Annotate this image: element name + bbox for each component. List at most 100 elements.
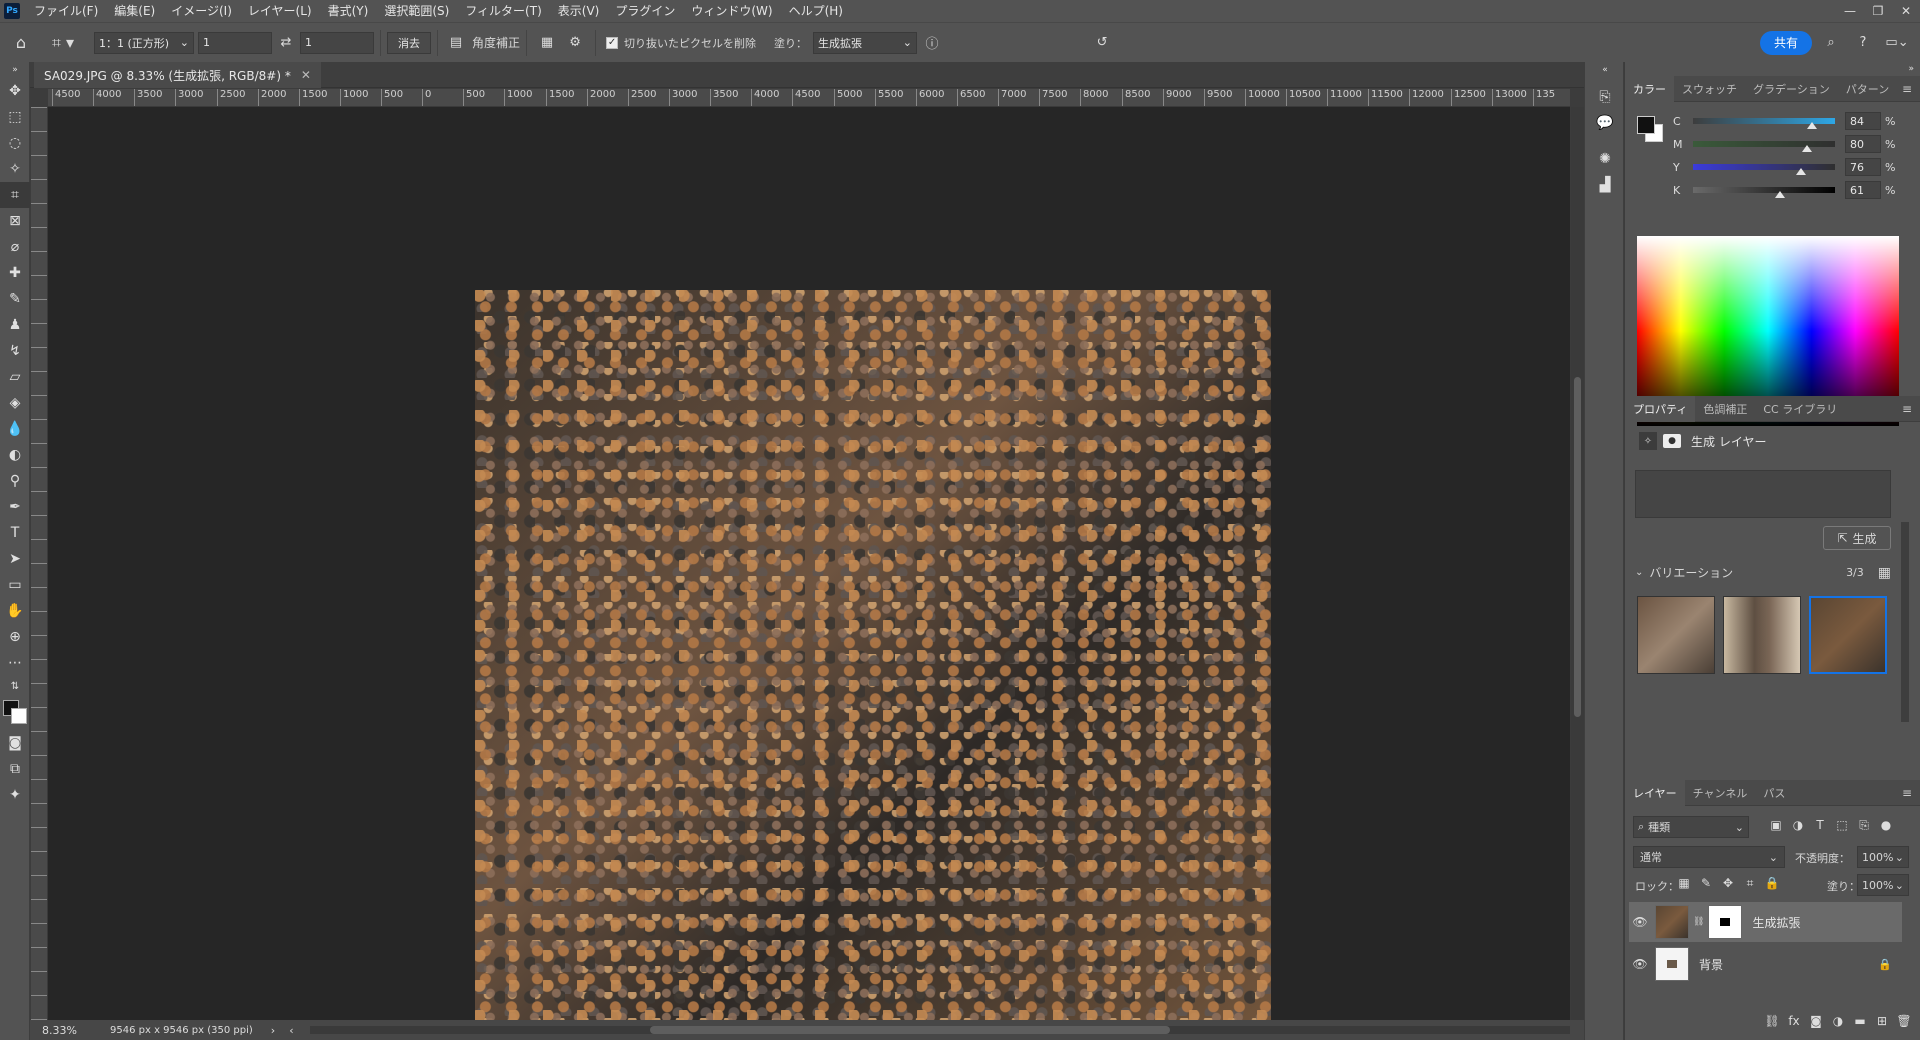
slider-thumb[interactable] bbox=[1807, 122, 1818, 129]
vertical-scrollbar[interactable] bbox=[1571, 107, 1584, 1020]
document-tab[interactable]: SA029.JPG @ 8.33% (生成拡張, RGB/8#) * ✕ bbox=[34, 62, 321, 88]
chevron-right-icon[interactable]: › bbox=[271, 1024, 275, 1037]
rectangle-tool-icon[interactable]: ▭ bbox=[0, 572, 30, 598]
width-input[interactable]: 1 bbox=[198, 31, 272, 54]
menu-select[interactable]: 選択範囲(S) bbox=[376, 0, 457, 22]
healing-brush-tool-icon[interactable]: ✚ bbox=[0, 260, 30, 286]
tab-properties[interactable]: プロパティ bbox=[1625, 395, 1696, 422]
restore-icon[interactable]: ❐ bbox=[1864, 0, 1892, 22]
gear-icon[interactable]: ⚙ bbox=[561, 31, 589, 55]
lock-all-icon[interactable]: 🔒 bbox=[1761, 876, 1783, 891]
prompt-input[interactable] bbox=[1635, 470, 1891, 518]
pen-tool-icon[interactable]: ✒ bbox=[0, 494, 30, 520]
variation-thumbnail[interactable] bbox=[1637, 596, 1715, 674]
slider-thumb[interactable] bbox=[1774, 191, 1785, 198]
channel-slider[interactable] bbox=[1693, 164, 1835, 175]
menu-edit[interactable]: 編集(E) bbox=[106, 0, 163, 22]
hand-tool-icon[interactable]: ✋ bbox=[0, 598, 30, 624]
blend-mode-select[interactable]: 通常 ⌄ bbox=[1633, 846, 1785, 868]
history-brush-tool-icon[interactable]: ↯ bbox=[0, 338, 30, 364]
menu-plugins[interactable]: プラグイン bbox=[607, 0, 683, 22]
fill-input[interactable]: 100% ⌄ bbox=[1857, 874, 1909, 896]
tab-layers[interactable]: レイヤー bbox=[1625, 779, 1685, 806]
tab-adjustments[interactable]: 色調補正 bbox=[1695, 396, 1755, 422]
channel-value[interactable]: 76 bbox=[1845, 158, 1881, 176]
filter-adjustment-icon[interactable]: ◑ bbox=[1787, 818, 1809, 833]
clear-button[interactable]: 消去 bbox=[387, 31, 431, 54]
lasso-tool-icon[interactable]: ◌ bbox=[0, 130, 30, 156]
menu-file[interactable]: ファイル(F) bbox=[26, 0, 106, 22]
quick-mask-icon[interactable]: ◙ bbox=[0, 730, 30, 756]
color-swatches[interactable] bbox=[0, 696, 30, 730]
canvas-area[interactable] bbox=[48, 107, 1570, 1040]
brush-tool-icon[interactable]: ✎ bbox=[0, 286, 30, 312]
link-icon[interactable]: ⛓ bbox=[1693, 917, 1704, 927]
frame-tool-icon[interactable]: ⊠ bbox=[0, 208, 30, 234]
reset-icon[interactable]: ↺ bbox=[1087, 31, 1117, 55]
generate-button[interactable]: ⇱ 生成 bbox=[1823, 526, 1891, 550]
lock-transparency-icon[interactable]: ▦ bbox=[1673, 876, 1695, 891]
grid-view-icon[interactable]: ▦ bbox=[1878, 565, 1891, 581]
straighten-icon[interactable]: ▤ bbox=[444, 31, 468, 55]
crop-tool-icon[interactable]: ⌗ bbox=[0, 182, 30, 208]
visibility-eye-icon[interactable]: 👁 bbox=[1629, 957, 1651, 971]
layer-row-background[interactable]: 👁 背景 🔒 bbox=[1629, 944, 1902, 984]
crop-tool-preset-icon[interactable]: ⌗ ▾ bbox=[42, 31, 84, 55]
eyedropper-tool-icon[interactable]: ⌀ bbox=[0, 234, 30, 260]
collapse-icon[interactable]: « bbox=[1585, 62, 1625, 78]
new-group-icon[interactable]: ▬ bbox=[1849, 1014, 1871, 1028]
move-tool-icon[interactable]: ✥ bbox=[0, 78, 30, 104]
properties-scrollbar[interactable] bbox=[1901, 522, 1909, 722]
magnify-tool-icon[interactable]: ⚲ bbox=[0, 468, 30, 494]
comments-panel-icon[interactable]: 💬 bbox=[1585, 110, 1625, 136]
tab-color[interactable]: カラー bbox=[1625, 75, 1674, 102]
info-icon[interactable]: ⓘ bbox=[917, 31, 947, 55]
panel-menu-icon[interactable]: ≡ bbox=[1902, 786, 1912, 800]
menu-filter[interactable]: フィルター(T) bbox=[457, 0, 549, 22]
tab-paths[interactable]: パス bbox=[1755, 780, 1793, 806]
magic-wand-tool-icon[interactable]: ✧ bbox=[0, 156, 30, 182]
vertical-scroll-thumb[interactable] bbox=[1574, 377, 1581, 717]
home-icon[interactable]: ⌂ bbox=[0, 31, 42, 55]
tab-cc-libraries[interactable]: CC ライブラリ bbox=[1755, 396, 1845, 422]
more-tools-icon[interactable]: ⋯ bbox=[0, 650, 30, 676]
histogram-panel-icon[interactable]: ▟ bbox=[1585, 172, 1625, 198]
panel-menu-icon[interactable]: ≡ bbox=[1902, 402, 1912, 416]
opacity-input[interactable]: 100% ⌄ bbox=[1857, 846, 1909, 868]
link-layers-icon[interactable]: ⛓ bbox=[1761, 1014, 1783, 1028]
ratio-preset-select[interactable]: 1：1 (正方形) ⌄ bbox=[94, 31, 194, 54]
search-icon[interactable]: ⌕ bbox=[1818, 31, 1844, 55]
blur-tool-icon[interactable]: 💧 bbox=[0, 416, 30, 442]
zoom-tool-icon[interactable]: ⊕ bbox=[0, 624, 30, 650]
tab-gradients[interactable]: グラデーション bbox=[1745, 76, 1838, 102]
channel-value[interactable]: 84 bbox=[1845, 112, 1881, 130]
layer-mask-thumbnail[interactable] bbox=[1708, 905, 1743, 939]
new-layer-icon[interactable]: ⊞ bbox=[1871, 1014, 1893, 1028]
layer-row-generative[interactable]: 👁 ⛓ 生成拡張 bbox=[1629, 902, 1902, 942]
filter-toggle-icon[interactable]: ● bbox=[1875, 818, 1897, 833]
delete-layer-icon[interactable]: 🗑 bbox=[1893, 1014, 1915, 1028]
dodge-tool-icon[interactable]: ◐ bbox=[0, 442, 30, 468]
filter-pixel-icon[interactable]: ▣ bbox=[1765, 818, 1787, 833]
new-adjustment-icon[interactable]: ◑ bbox=[1827, 1014, 1849, 1028]
channel-slider[interactable] bbox=[1693, 141, 1835, 152]
slider-thumb[interactable] bbox=[1801, 145, 1812, 152]
horizontal-scrollbar[interactable] bbox=[310, 1026, 1570, 1034]
chevron-down-icon[interactable]: ⌄ bbox=[1635, 567, 1643, 578]
delete-cropped-checkbox[interactable]: ✓ bbox=[606, 36, 619, 49]
overlay-grid-icon[interactable]: ▦ bbox=[533, 31, 561, 55]
horizontal-scroll-thumb[interactable] bbox=[650, 1026, 1170, 1034]
type-tool-icon[interactable]: T bbox=[0, 520, 30, 546]
close-tab-icon[interactable]: ✕ bbox=[301, 68, 311, 82]
share-button[interactable]: 共有 bbox=[1759, 30, 1812, 55]
menu-help[interactable]: ヘルプ(H) bbox=[781, 0, 851, 22]
path-select-tool-icon[interactable]: ➤ bbox=[0, 546, 30, 572]
filter-smart-object-icon[interactable]: ⎘ bbox=[1853, 818, 1875, 833]
menu-image[interactable]: イメージ(I) bbox=[163, 0, 240, 22]
filter-type-icon[interactable]: T bbox=[1809, 818, 1831, 833]
close-icon[interactable]: ✕ bbox=[1892, 0, 1920, 22]
layer-filter-select[interactable]: ⌕ 種類 ⌄ bbox=[1633, 816, 1749, 838]
stamp-tool-icon[interactable]: ♟ bbox=[0, 312, 30, 338]
background-color-swatch[interactable] bbox=[11, 708, 27, 724]
tab-channels[interactable]: チャンネル bbox=[1685, 780, 1756, 806]
